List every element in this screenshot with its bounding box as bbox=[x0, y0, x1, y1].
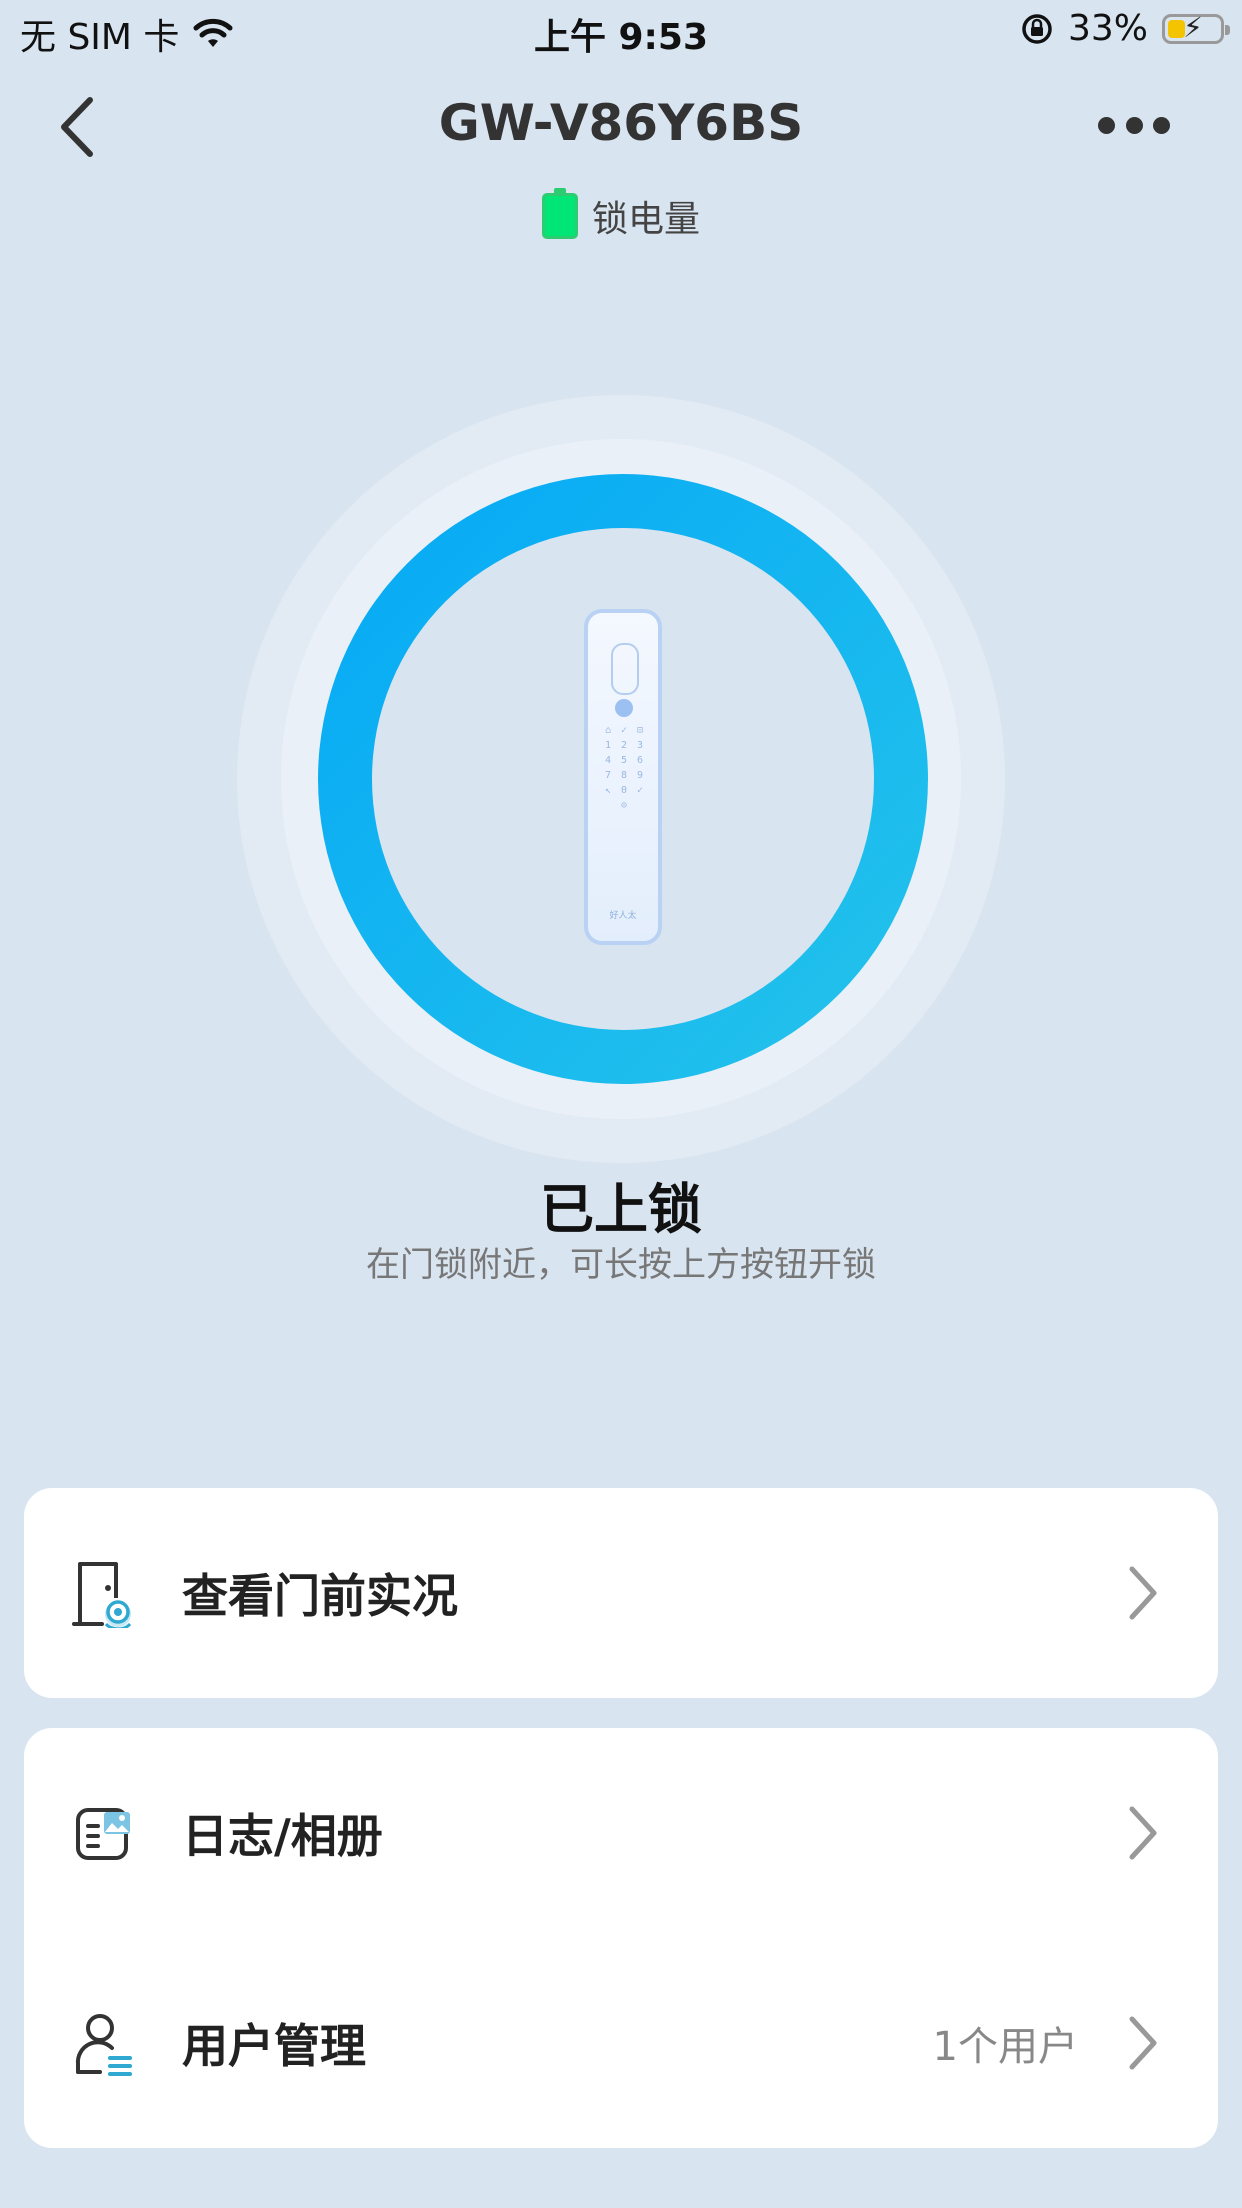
live-view-card: 查看门前实况 bbox=[24, 1488, 1218, 1698]
lock-keypad: ⌂ ✓ ⊡ 1 2 3 4 5 6 7 8 9 ↖ 0 ✓ ⊙ bbox=[600, 725, 648, 811]
keypad-key: 4 bbox=[604, 755, 612, 766]
keypad-key bbox=[600, 800, 616, 811]
keypad-key: 8 bbox=[620, 770, 628, 781]
rotation-lock-icon bbox=[1022, 13, 1052, 44]
user-management-label: 用户管理 bbox=[182, 2019, 366, 2073]
battery-percent: 33% bbox=[1067, 8, 1148, 49]
status-right: 33% ⚡ bbox=[1020, 8, 1230, 49]
smart-lock-image: ⌂ ✓ ⊡ 1 2 3 4 5 6 7 8 9 ↖ 0 ✓ ⊙ 好人太 bbox=[584, 609, 662, 945]
more-dot bbox=[1098, 116, 1115, 134]
keypad-key: ⊙ bbox=[620, 800, 628, 811]
keypad-key: ⌂ bbox=[604, 725, 612, 736]
keypad-key: ✓ bbox=[636, 785, 644, 796]
keypad-key: 5 bbox=[620, 755, 628, 766]
logs-label: 日志/相册 bbox=[182, 1809, 383, 1863]
navigation-bar: GW-V86Y6BS bbox=[0, 80, 1242, 170]
logs-row[interactable]: 日志/相册 bbox=[24, 1728, 1218, 1938]
lock-status-text: 已上锁 bbox=[540, 1178, 702, 1241]
battery-charging-icon: ⚡ bbox=[1162, 11, 1230, 44]
more-options-button[interactable] bbox=[1098, 110, 1170, 140]
keypad-key: ↖ bbox=[604, 785, 612, 796]
status-bar: 无 SIM 卡 上午 9:53 33% ⚡ bbox=[0, 0, 1242, 62]
unlock-button-area[interactable]: ⌂ ✓ ⊡ 1 2 3 4 5 6 7 8 9 ↖ 0 ✓ ⊙ 好人太 bbox=[237, 395, 1005, 1163]
live-view-label: 查看门前实况 bbox=[182, 1569, 458, 1623]
keypad-key: 9 bbox=[636, 770, 644, 781]
lock-camera bbox=[611, 643, 639, 695]
chevron-right-icon bbox=[1129, 1566, 1157, 1620]
lock-battery-label: 锁电量 bbox=[591, 199, 700, 240]
keypad-key: ✓ bbox=[620, 725, 628, 736]
battery-full-icon bbox=[541, 188, 578, 239]
door-camera-icon bbox=[72, 1562, 132, 1628]
more-dot bbox=[1125, 116, 1143, 134]
chevron-right-icon bbox=[1129, 2016, 1157, 2070]
keypad-key: ⊡ bbox=[636, 725, 644, 736]
user-management-row[interactable]: 用户管理 1个用户 bbox=[24, 1938, 1218, 2148]
chevron-right-icon bbox=[1129, 1806, 1157, 1860]
keypad-key bbox=[632, 800, 648, 811]
lock-battery-indicator: 锁电量 bbox=[0, 188, 1242, 242]
keypad-key: 7 bbox=[604, 770, 612, 781]
user-count: 1个用户 bbox=[932, 2024, 1078, 2070]
live-view-row[interactable]: 查看门前实况 bbox=[24, 1488, 1218, 1698]
keypad-key: 2 bbox=[620, 740, 628, 751]
keypad-key: 0 bbox=[620, 785, 628, 796]
device-title: GW-V86Y6BS bbox=[438, 94, 804, 152]
log-album-icon bbox=[76, 1808, 130, 1860]
keypad-key: 3 bbox=[636, 740, 644, 751]
more-dot bbox=[1153, 116, 1170, 134]
lock-brand: 好人太 bbox=[609, 911, 637, 921]
user-list-icon bbox=[75, 2014, 132, 2076]
keypad-key: 6 bbox=[636, 755, 644, 766]
keypad-key: 1 bbox=[604, 740, 612, 751]
settings-card: 日志/相册 用户管理 1个用户 bbox=[24, 1728, 1218, 2148]
lock-hint-text: 在门锁附近，可长按上方按钮开锁 bbox=[366, 1245, 876, 1285]
fingerprint-sensor bbox=[615, 699, 633, 717]
